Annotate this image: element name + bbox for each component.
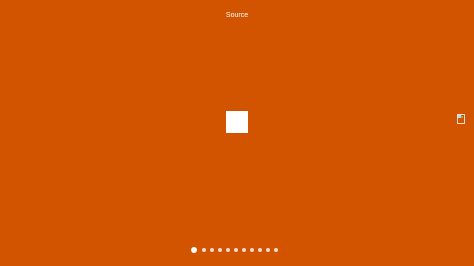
next-slide-button[interactable] [456,113,466,126]
pagination-dot[interactable] [218,248,222,252]
pagination-dot[interactable] [274,248,278,252]
pagination-dot[interactable] [234,248,238,252]
slide-thumbnail[interactable] [226,111,248,133]
slideshow-screen: Source [0,0,474,266]
pagination-dot[interactable] [250,248,254,252]
pagination-dot[interactable] [210,248,214,252]
pagination-dot[interactable] [191,247,197,253]
pagination-dot[interactable] [258,248,262,252]
pagination-dot[interactable] [226,248,230,252]
pagination-dot[interactable] [266,248,270,252]
pagination-dot[interactable] [242,248,246,252]
broken-image-icon [457,114,465,124]
pagination-dot[interactable] [202,248,206,252]
pagination-dots [191,246,278,254]
slide-title: Source [225,12,249,19]
